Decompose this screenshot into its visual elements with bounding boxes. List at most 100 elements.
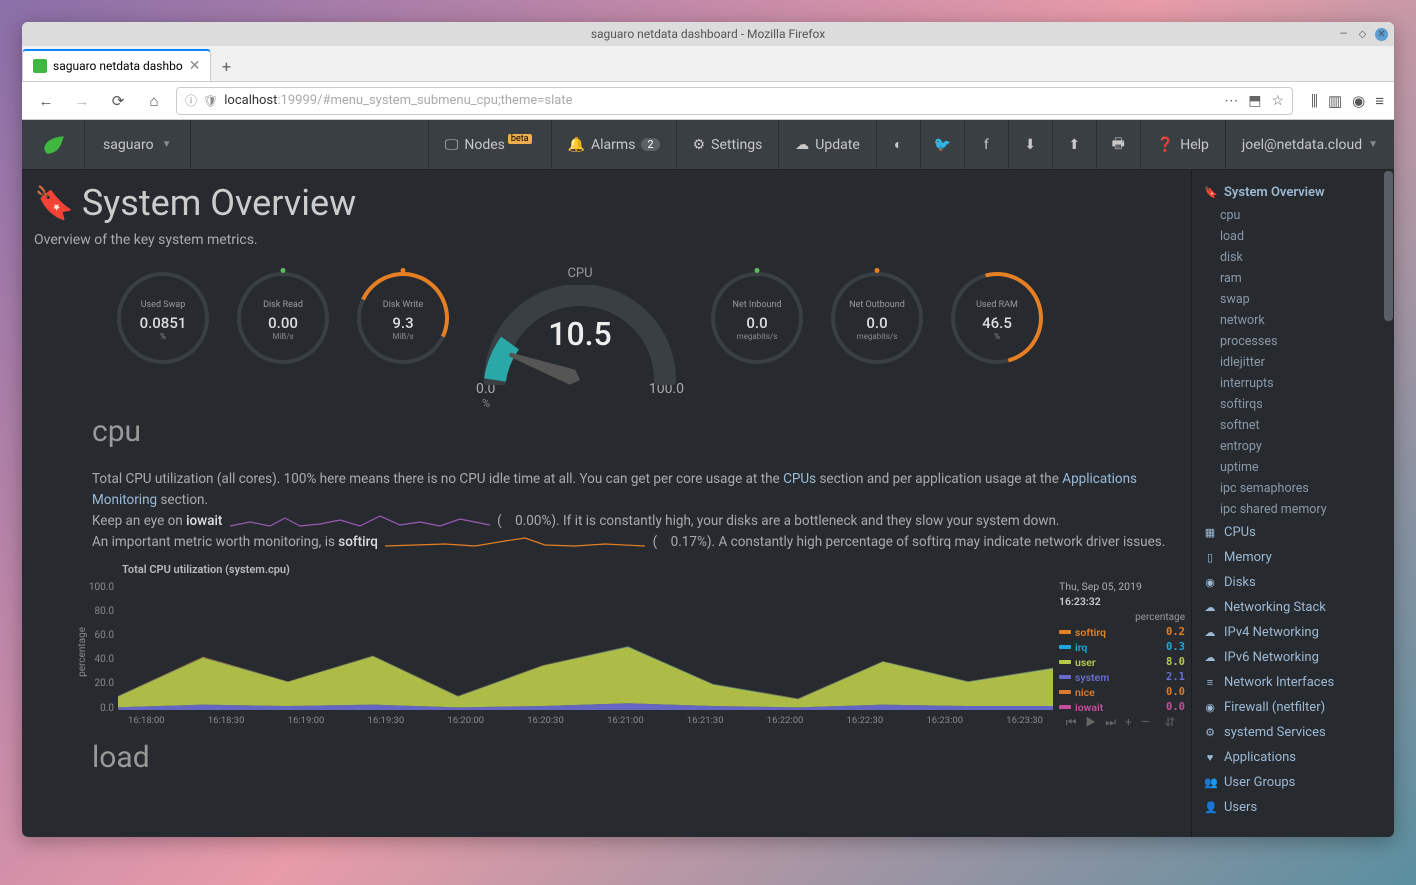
rightnav-ipv6-networking[interactable]: ☁IPv6 Networking	[1192, 645, 1383, 670]
rightnav-sub-cpu[interactable]: cpu	[1192, 205, 1383, 226]
rightnav-sub-ram[interactable]: ram	[1192, 268, 1383, 289]
rightnav-user-groups[interactable]: 👥User Groups	[1192, 770, 1383, 795]
url-input[interactable]: ⓘ 🛡 localhost:19999/#menu_system_submenu…	[176, 87, 1293, 115]
rightnav-sub-load[interactable]: load	[1192, 226, 1383, 247]
legend-item[interactable]: irq0.3	[1059, 640, 1185, 655]
user-dropdown[interactable]: joel@netdata.cloud▼	[1225, 120, 1394, 169]
rightnav-networking-stack[interactable]: ☁Networking Stack	[1192, 595, 1383, 620]
github-icon: ◐	[894, 136, 902, 153]
host-dropdown[interactable]: saguaro▼	[84, 120, 191, 169]
legend-item[interactable]: user8.0	[1059, 655, 1185, 670]
scrollbar[interactable]	[1383, 170, 1394, 837]
rightnav-memory[interactable]: ▯Memory	[1192, 545, 1383, 570]
minimize-icon[interactable]: —	[1337, 28, 1350, 41]
close-icon[interactable]: ✕	[1375, 28, 1388, 41]
rightnav-sub-entropy[interactable]: entropy	[1192, 436, 1383, 457]
rightnav-sub-ipc-semaphores[interactable]: ipc semaphores	[1192, 478, 1383, 499]
facebook-icon: f	[984, 137, 989, 153]
gauge-disk-write[interactable]: Disk Write 9.3 MiB/s	[352, 272, 454, 390]
print-button[interactable]: 🖶	[1096, 120, 1140, 169]
rightnav-sub-processes[interactable]: processes	[1192, 331, 1383, 352]
rightnav-sub-network[interactable]: network	[1192, 310, 1383, 331]
upload-button[interactable]: ⬆	[1052, 120, 1096, 169]
new-tab-button[interactable]: +	[211, 51, 241, 81]
rightnav-cpus[interactable]: ▦CPUs	[1192, 520, 1383, 545]
dot-icon	[281, 268, 286, 273]
bookmark-star-icon[interactable]: ☆	[1271, 93, 1284, 109]
iowait-sparkline	[230, 514, 490, 528]
upload-icon: ⬆	[1068, 137, 1080, 153]
sidebar-icon[interactable]: ▥	[1328, 92, 1342, 110]
gauge-used-swap[interactable]: Used Swap 0.0851 %	[112, 272, 214, 390]
facebook-link[interactable]: f	[964, 120, 1008, 169]
rightnav-sub-swap[interactable]: swap	[1192, 289, 1383, 310]
rightnav-sub-interrupts[interactable]: interrupts	[1192, 373, 1383, 394]
legend-item[interactable]: iowait0.0	[1059, 700, 1185, 715]
shield-icon[interactable]: 🛡	[203, 94, 218, 108]
window-titlebar: saguaro netdata dashboard - Mozilla Fire…	[22, 22, 1394, 46]
dot-icon	[875, 268, 880, 273]
help-button[interactable]: ❓ Help	[1140, 120, 1225, 169]
rightnav-sub-softirqs[interactable]: softirqs	[1192, 394, 1383, 415]
legend-item[interactable]: nice0.0	[1059, 685, 1185, 700]
account-icon[interactable]: ◉	[1352, 92, 1365, 110]
rightnav-users[interactable]: 👤Users	[1192, 795, 1383, 820]
info-icon[interactable]: ⓘ	[185, 92, 197, 109]
load-heading: load	[34, 740, 1191, 775]
reload-button[interactable]: ⟳	[104, 87, 132, 115]
cpu-heading: cpu	[34, 414, 1191, 449]
monitor-icon: 🖵	[445, 137, 459, 153]
tab-close-icon[interactable]: ✕	[189, 58, 201, 74]
legend-item[interactable]: system2.1	[1059, 670, 1185, 685]
forward-button[interactable]: →	[68, 87, 96, 115]
chart-controls[interactable]: ⏮ ▶ ⏭ + — ⇵	[1059, 715, 1185, 730]
settings-button[interactable]: ⚙ Settings	[676, 120, 779, 169]
maximize-icon[interactable]: ◇	[1356, 28, 1369, 41]
gauge-cpu[interactable]: CPU 10.5 0.0 100	[472, 266, 688, 396]
nodes-button[interactable]: 🖵 Nodesbeta	[428, 120, 551, 169]
library-icon[interactable]: ⫼	[1311, 92, 1318, 110]
legend-item[interactable]: softirq0.2	[1059, 625, 1185, 640]
page-title: System Overview	[82, 182, 356, 224]
cpu-description: Total CPU utilization (all cores). 100% …	[34, 469, 1191, 553]
url-bar: ← → ⟳ ⌂ ⓘ 🛡 localhost:19999/#menu_system…	[22, 82, 1394, 120]
download-button[interactable]: ⬇	[1008, 120, 1052, 169]
rightnav-firewall-netfilter-[interactable]: ◉Firewall (netfilter)	[1192, 695, 1383, 720]
github-link[interactable]: ◐	[876, 120, 920, 169]
twitter-link[interactable]: 🐦	[920, 120, 964, 169]
menu-icon[interactable]: ≡	[1375, 92, 1384, 110]
home-button[interactable]: ⌂	[140, 87, 168, 115]
rightnav-sub-softnet[interactable]: softnet	[1192, 415, 1383, 436]
update-button[interactable]: ☁ Update	[778, 120, 875, 169]
rightnav-sub-idlejitter[interactable]: idlejitter	[1192, 352, 1383, 373]
rightnav-sub-ipc-shared-memory[interactable]: ipc shared memory	[1192, 499, 1383, 520]
gauge-disk-read[interactable]: Disk Read 0.00 MiB/s	[232, 272, 334, 390]
netdata-logo[interactable]	[22, 132, 84, 158]
rightnav-ipv4-networking[interactable]: ☁IPv4 Networking	[1192, 620, 1383, 645]
cpus-link[interactable]: CPUs	[783, 471, 816, 487]
bookmark-icon: 🔖	[34, 184, 74, 222]
cpu-chart[interactable]: Total CPU utilization (system.cpu) perce…	[34, 563, 1191, 728]
bell-icon: 🔔	[568, 137, 585, 153]
gauge-net-outbound[interactable]: Net Outbound 0.0 megabits/s	[826, 272, 928, 390]
rightnav-disks[interactable]: ◉Disks	[1192, 570, 1383, 595]
netdata-favicon	[33, 59, 47, 73]
chart-plot	[118, 576, 1053, 714]
gauge-net-inbound[interactable]: Net Inbound 0.0 megabits/s	[706, 272, 808, 390]
rightnav-sub-disk[interactable]: disk	[1192, 247, 1383, 268]
more-icon[interactable]: ⋯	[1224, 93, 1238, 109]
rightnav-sub-uptime[interactable]: uptime	[1192, 457, 1383, 478]
back-button[interactable]: ←	[32, 87, 60, 115]
rightnav-system-overview[interactable]: 🔖System Overview	[1192, 180, 1383, 205]
rightnav-systemd-services[interactable]: ⚙systemd Services	[1192, 720, 1383, 745]
chart-legend: Thu, Sep 05, 2019 16:23:32 percentage so…	[1053, 576, 1191, 728]
gauge-used-ram[interactable]: Used RAM 46.5 %	[946, 272, 1048, 390]
rightnav-network-interfaces[interactable]: ≡Network Interfaces	[1192, 670, 1383, 695]
browser-tab[interactable]: saguaro netdata dashbo ✕	[22, 49, 211, 81]
pocket-icon[interactable]: ⬒	[1248, 93, 1261, 109]
alarms-button[interactable]: 🔔 Alarms 2	[551, 120, 676, 169]
url-text: localhost:19999/#menu_system_submenu_cpu…	[224, 93, 1218, 108]
right-nav: 🔖System Overviewcpuloaddiskramswapnetwor…	[1191, 170, 1383, 837]
dot-icon	[755, 268, 760, 273]
rightnav-applications[interactable]: ♥Applications	[1192, 745, 1383, 770]
